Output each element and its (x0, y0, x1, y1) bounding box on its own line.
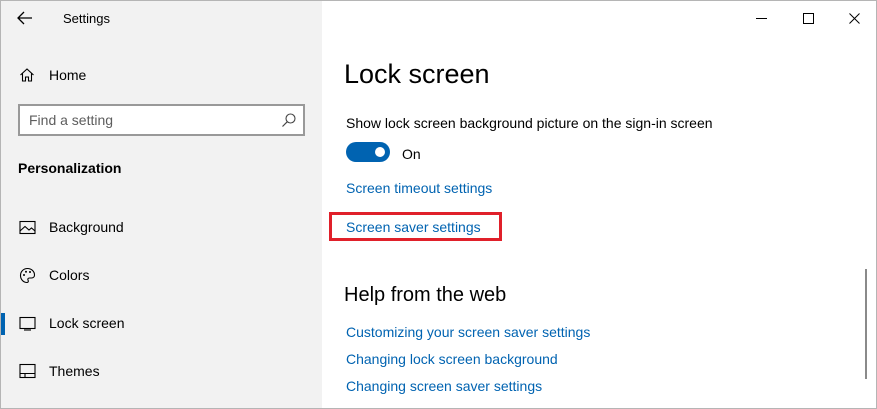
page-title: Lock screen (344, 59, 490, 89)
search-icon[interactable] (281, 112, 297, 128)
help-link-changing-lock-screen-background[interactable]: Changing lock screen background (346, 351, 558, 367)
lock-screen-icon (18, 314, 36, 332)
themes-icon (18, 362, 36, 380)
sidebar: Settings Home Personalization (1, 1, 322, 408)
section-heading: Personalization (18, 160, 122, 176)
help-section-title: Help from the web (344, 284, 507, 306)
toggle-knob (375, 147, 385, 157)
app-title: Settings (63, 11, 110, 26)
scrollbar[interactable] (865, 269, 867, 379)
sidebar-item-lock-screen[interactable]: Lock screen (1, 303, 322, 343)
picture-icon (18, 218, 36, 236)
sidebar-item-label: Colors (49, 267, 90, 283)
sidebar-item-themes[interactable]: Themes (1, 351, 322, 391)
sidebar-item-colors[interactable]: Colors (1, 255, 322, 295)
active-indicator (1, 313, 5, 335)
palette-icon (18, 266, 36, 284)
toggle-state-label: On (402, 146, 421, 162)
sidebar-item-label: Themes (49, 363, 100, 379)
main-content: Lock screen Show lock screen background … (322, 1, 876, 408)
home-icon (18, 66, 36, 84)
signin-background-toggle[interactable] (346, 142, 390, 162)
sidebar-item-background[interactable]: Background (1, 207, 322, 247)
help-link-changing-screen-saver[interactable]: Changing screen saver settings (346, 378, 542, 394)
sidebar-item-label: Lock screen (49, 315, 125, 331)
screen-timeout-settings-link[interactable]: Screen timeout settings (346, 180, 492, 196)
search-input[interactable] (20, 106, 270, 134)
sidebar-item-label: Home (49, 67, 87, 83)
back-button[interactable] (11, 6, 39, 30)
screen-saver-settings-link[interactable]: Screen saver settings (346, 219, 481, 235)
back-arrow-icon (17, 11, 32, 25)
search-box (18, 104, 305, 136)
help-link-customizing-screen-saver[interactable]: Customizing your screen saver settings (346, 324, 590, 340)
sidebar-item-home[interactable]: Home (1, 55, 322, 95)
settings-window: Settings Home Personalization (0, 0, 877, 409)
sidebar-item-label: Background (49, 219, 124, 235)
signin-background-label: Show lock screen background picture on t… (346, 115, 713, 131)
